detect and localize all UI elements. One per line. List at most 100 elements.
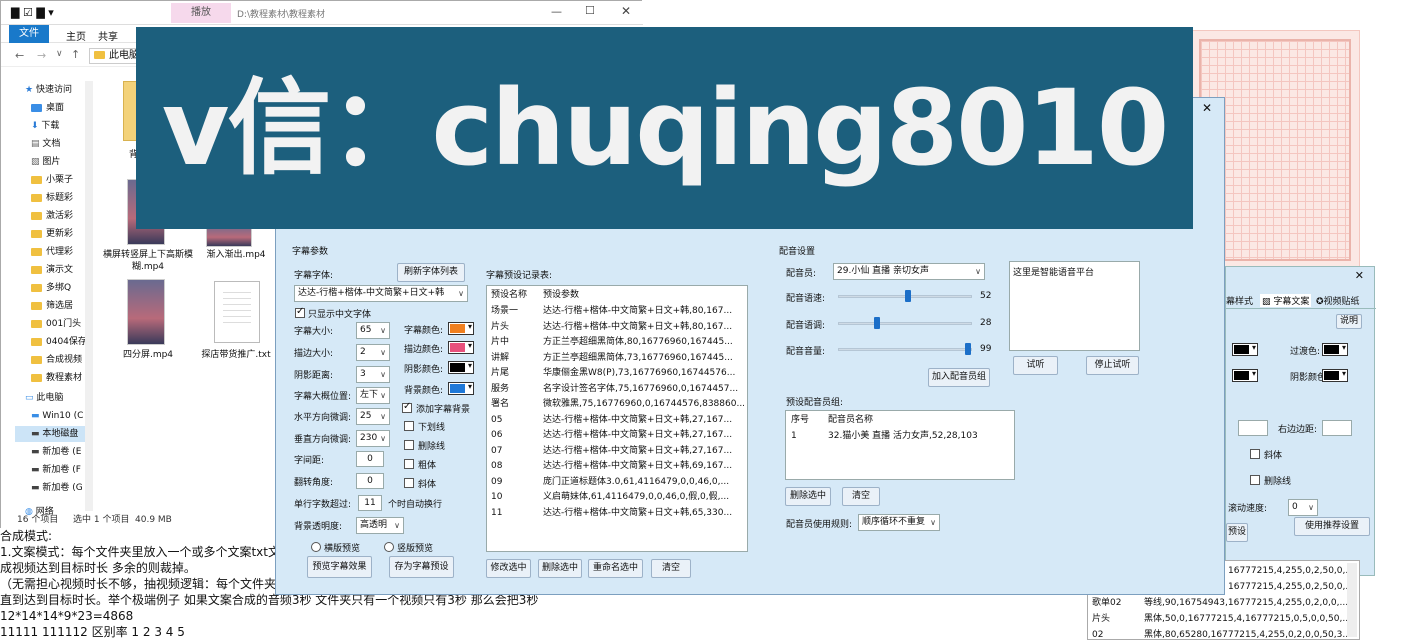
refresh-fonts-button[interactable]: 刷新字体列表 bbox=[397, 263, 465, 282]
preview-button[interactable]: 预览字幕效果 bbox=[307, 556, 372, 578]
sidebar-item-folder[interactable]: 小栗子 bbox=[31, 172, 73, 188]
portrait-radio[interactable] bbox=[384, 542, 394, 552]
sidebar-item-folder[interactable]: 多绑Q bbox=[31, 280, 71, 296]
preset-row-name[interactable]: 11 bbox=[491, 506, 502, 522]
transition-color-picker[interactable]: ▾ bbox=[1322, 343, 1348, 356]
address-bar[interactable]: 此电脑 bbox=[89, 48, 139, 64]
add-background-checkbox[interactable] bbox=[402, 401, 412, 413]
shadow-color-picker[interactable]: ▾ bbox=[448, 361, 474, 374]
sidebar-item-folder[interactable]: 标题彩 bbox=[31, 190, 73, 206]
sidebar-item-documents[interactable]: ▤ 文档 bbox=[31, 136, 60, 152]
preset-row-name[interactable]: 07 bbox=[491, 444, 502, 460]
speed-slider[interactable] bbox=[838, 290, 972, 302]
position-select[interactable]: 左下 ∨ bbox=[356, 387, 390, 404]
list-row[interactable]: 16777215,4,255,0,2,50,0,... bbox=[1228, 564, 1354, 580]
sidebar-item-folder[interactable]: 更新彩 bbox=[31, 226, 73, 242]
sidebar-item-desktop[interactable]: 桌面 bbox=[31, 100, 64, 116]
clear-presets-button[interactable]: 清空 bbox=[651, 559, 691, 578]
delete-selected-button[interactable]: 删除选中 bbox=[538, 559, 582, 578]
preset-row-name[interactable]: 讲解 bbox=[491, 351, 509, 367]
sidebar-item-folder[interactable]: 激活彩 bbox=[31, 208, 73, 224]
up-arrow-icon[interactable]: ↑ bbox=[71, 48, 80, 61]
sidebar-item-drive[interactable]: ▬ 新加卷 (F bbox=[31, 462, 81, 478]
preset-button[interactable]: 预设 bbox=[1226, 523, 1248, 542]
table-row[interactable]: 1 bbox=[791, 429, 797, 445]
slider-knob[interactable] bbox=[965, 343, 971, 355]
preset-row-name[interactable]: 片头 bbox=[491, 320, 509, 336]
voice-select[interactable]: 29.小仙 直播 亲切女声 ∨ bbox=[833, 263, 985, 280]
stroke-size-select[interactable]: 2 ∨ bbox=[356, 344, 390, 361]
list-row-name[interactable]: 歌单02 bbox=[1092, 596, 1121, 612]
preset-row-name[interactable]: 片中 bbox=[491, 335, 509, 351]
spacing-input[interactable]: 0 bbox=[356, 451, 384, 467]
only-chinese-checkbox[interactable] bbox=[295, 306, 305, 318]
italic-checkbox[interactable] bbox=[404, 478, 414, 488]
close-icon[interactable]: ✕ bbox=[621, 4, 631, 18]
sidebar-item-pictures[interactable]: ▧ 图片 bbox=[31, 154, 60, 170]
preset-row-name[interactable]: 08 bbox=[491, 459, 502, 475]
underline-checkbox[interactable] bbox=[404, 421, 414, 431]
sidebar-item-drive[interactable]: ▬ 新加卷 (G bbox=[31, 480, 83, 496]
color-picker[interactable]: ▾ bbox=[1232, 343, 1258, 356]
bold-checkbox[interactable] bbox=[404, 459, 414, 469]
group-clear-button[interactable]: 清空 bbox=[842, 487, 880, 506]
color-picker[interactable]: ▾ bbox=[1232, 369, 1258, 382]
sidebar-item-folder[interactable]: 教程素材 bbox=[31, 370, 82, 386]
list-row-name[interactable]: 片头 bbox=[1092, 612, 1110, 628]
explain-button[interactable]: 说明 bbox=[1336, 314, 1362, 329]
preset-row-name[interactable]: 09 bbox=[491, 475, 502, 491]
v-offset-select[interactable]: 230 ∨ bbox=[356, 430, 390, 447]
sidebar-item-folder[interactable]: 筛选居 bbox=[31, 298, 73, 314]
italic-checkbox[interactable] bbox=[1250, 449, 1260, 459]
slider-knob[interactable] bbox=[905, 290, 911, 302]
ribbon-tab-home[interactable]: 主页 bbox=[66, 28, 86, 43]
recent-dropdown-icon[interactable]: ∨ bbox=[56, 49, 63, 59]
preset-row-name[interactable]: 服务 bbox=[491, 382, 509, 398]
sidebar-item-drive-selected[interactable]: ▬ 本地磁盘 bbox=[15, 426, 93, 442]
back-arrow-icon[interactable]: ← bbox=[15, 49, 24, 62]
wrap-input[interactable]: 11 bbox=[358, 495, 382, 511]
slider-knob[interactable] bbox=[874, 317, 880, 329]
shadow-distance-select[interactable]: 3 ∨ bbox=[356, 366, 390, 383]
volume-slider[interactable] bbox=[838, 343, 972, 355]
sidebar-item-folder[interactable]: 001门头 bbox=[31, 316, 81, 332]
group-delete-button[interactable]: 删除选中 bbox=[785, 487, 831, 506]
rename-selected-button[interactable]: 重命名选中 bbox=[588, 559, 643, 578]
margin-input[interactable] bbox=[1238, 420, 1268, 436]
close-icon[interactable]: ✕ bbox=[1202, 101, 1212, 115]
sidebar-item-folder[interactable]: 代理彩 bbox=[31, 244, 73, 260]
pitch-slider[interactable] bbox=[838, 317, 972, 329]
rule-select[interactable]: 顺序循环不重复 ∨ bbox=[858, 514, 940, 531]
stop-listen-button[interactable]: 停止试听 bbox=[1086, 356, 1139, 375]
listen-button[interactable]: 试听 bbox=[1013, 356, 1058, 375]
save-preset-button[interactable]: 存为字幕预设 bbox=[389, 556, 454, 578]
ribbon-tab-file[interactable]: 文件 bbox=[9, 25, 49, 43]
preset-row-name[interactable]: 署名 bbox=[491, 397, 509, 413]
list-row[interactable]: 16777215,4,255,0,2,50,0,... bbox=[1228, 580, 1354, 596]
tab-subtitle-text[interactable]: ▧ 字幕文案 bbox=[1260, 294, 1312, 307]
voice-text-area[interactable]: 这里是智能语音平台 bbox=[1009, 261, 1140, 351]
font-size-select[interactable]: 65 ∨ bbox=[356, 322, 390, 339]
sidebar-item-folder[interactable]: 演示文 bbox=[31, 262, 73, 278]
close-icon[interactable]: ✕ bbox=[1355, 269, 1364, 282]
sidebar-item-this-pc[interactable]: ▭ 此电脑 bbox=[25, 390, 63, 406]
bg-color-picker[interactable]: ▾ bbox=[448, 382, 474, 395]
tab-replay[interactable]: 播放 bbox=[171, 3, 231, 23]
stroke-color-picker[interactable]: ▾ bbox=[448, 341, 474, 354]
sidebar-item-drive[interactable]: ▬ 新加卷 (E bbox=[31, 444, 81, 460]
scroll-speed-select[interactable]: 0 ∨ bbox=[1288, 499, 1318, 516]
preset-row-name[interactable]: 06 bbox=[491, 428, 502, 444]
right-margin-input[interactable] bbox=[1322, 420, 1352, 436]
tab-style[interactable]: 幕样式 bbox=[1226, 294, 1253, 307]
shadow-color-picker[interactable]: ▾ bbox=[1322, 369, 1348, 382]
list-row-name[interactable]: 02 bbox=[1092, 628, 1103, 644]
ribbon-tab-share[interactable]: 共享 bbox=[98, 28, 118, 43]
tab-video-sticker[interactable]: ✪视频贴纸 bbox=[1316, 294, 1360, 307]
video-thumbnail[interactable] bbox=[127, 279, 165, 345]
rotate-input[interactable]: 0 bbox=[356, 473, 384, 489]
bg-alpha-select[interactable]: 高透明 ∨ bbox=[356, 517, 404, 534]
table-row[interactable]: 32.猫小美 直播 活力女声,52,28,103 bbox=[828, 429, 978, 445]
add-voice-button[interactable]: 加入配音员组 bbox=[928, 368, 990, 387]
h-offset-select[interactable]: 25 ∨ bbox=[356, 408, 390, 425]
strikethrough-checkbox[interactable] bbox=[404, 440, 414, 450]
